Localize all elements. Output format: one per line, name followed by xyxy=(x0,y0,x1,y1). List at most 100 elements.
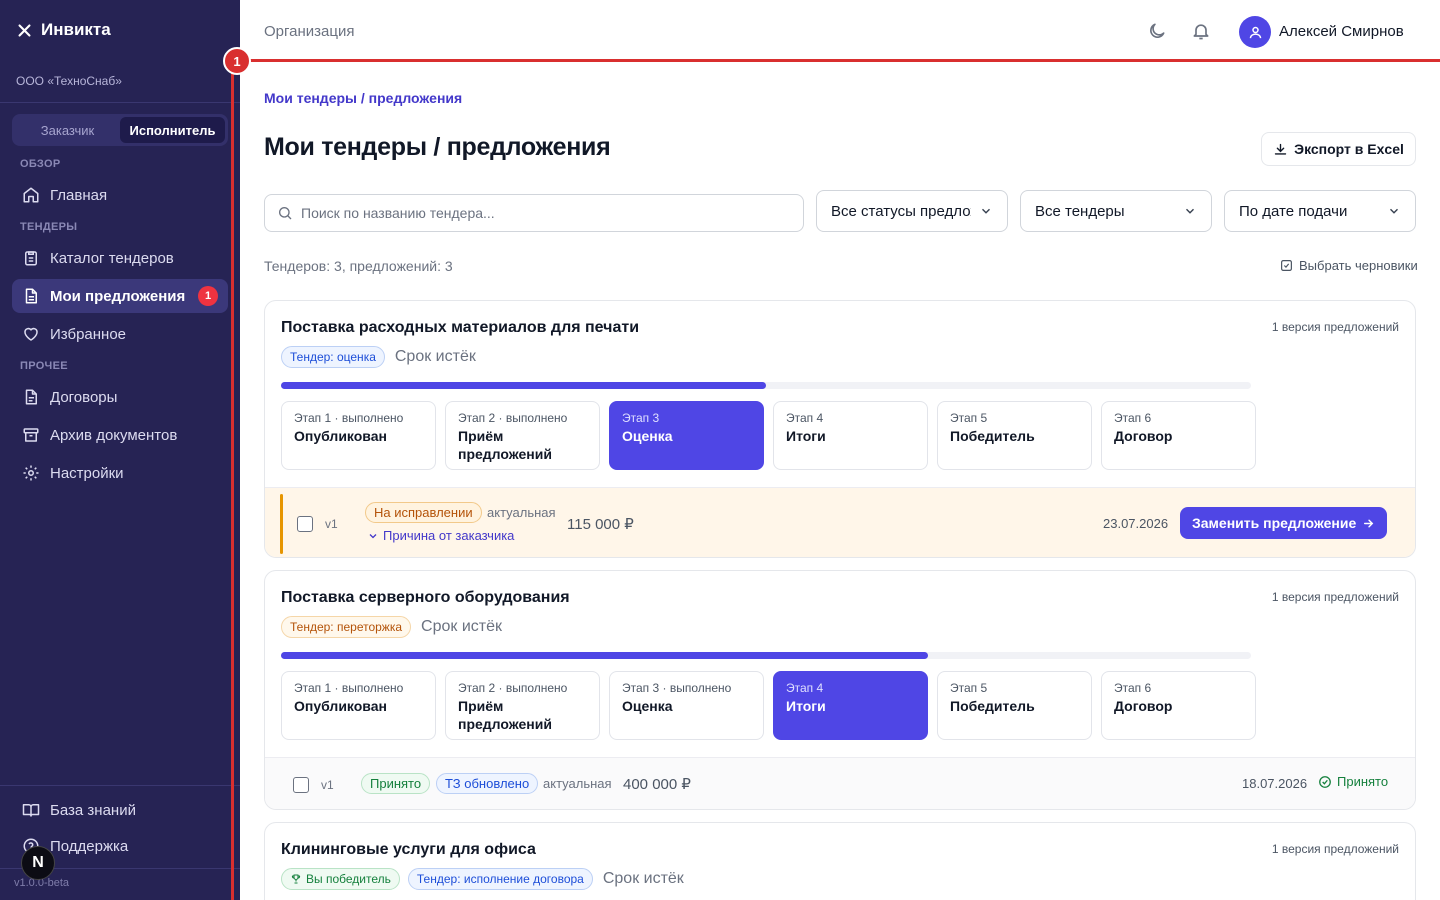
breadcrumb[interactable]: Мои тендеры / предложения xyxy=(264,90,462,106)
offer-status-badge: На исправлении xyxy=(365,502,482,523)
tender-card: Поставка расходных материалов для печати… xyxy=(264,300,1416,558)
status-filter-select[interactable]: Все статусы предложений xyxy=(816,190,1008,232)
highlight-marker: 1 xyxy=(223,47,251,75)
sidebar-item-label: Архив документов xyxy=(50,426,178,444)
offer-checkbox[interactable] xyxy=(293,777,309,793)
stage-label: Этап 4 xyxy=(786,411,824,425)
tz-updated-badge: ТЗ обновлено xyxy=(436,773,539,794)
sort-select[interactable]: По дате подачи xyxy=(1224,190,1416,232)
stage-item: Этап 5 Победитель xyxy=(937,671,1092,740)
search-input[interactable] xyxy=(301,205,781,221)
offer-version: v1 xyxy=(321,778,334,792)
accepted-label: Принято xyxy=(1337,774,1389,789)
status-filter-value: Все статусы предложений xyxy=(831,202,971,220)
reason-toggle[interactable]: Причина от заказчика xyxy=(367,528,514,543)
tender-status-tag: Тендер: оценка xyxy=(281,346,385,368)
tender-filter-select[interactable]: Все тендеры xyxy=(1020,190,1212,232)
highlight-frame-left xyxy=(231,59,234,900)
stage-name: Договор xyxy=(1114,428,1173,444)
select-drafts-button[interactable]: Выбрать черновики xyxy=(1280,258,1418,273)
sidebar-item-label: Главная xyxy=(50,186,108,204)
offer-actual-label: актуальная xyxy=(543,776,612,791)
bell-icon[interactable] xyxy=(1191,21,1211,41)
offer-actual-label: актуальная xyxy=(487,505,556,520)
stage-name: Победитель xyxy=(950,698,1035,714)
tender-card: Поставка серверного оборудования 1 верси… xyxy=(264,570,1416,810)
sidebar-item-label: База знаний xyxy=(50,801,136,819)
stage-name: Итоги xyxy=(786,698,826,714)
tender-progress-fill xyxy=(281,382,766,389)
tender-title[interactable]: Клининговые услуги для офиса xyxy=(281,841,536,859)
archive-icon xyxy=(23,428,39,442)
deadline-text: Срок истёк xyxy=(394,348,476,365)
versions-count: 1 версия предложений xyxy=(1271,590,1399,604)
stage-item: Этап 2 · выполнено Приём предложений xyxy=(445,671,600,740)
results-count: Тендеров: 3, предложений: 3 xyxy=(264,258,453,274)
stage-list: Этап 1 · выполнено Опубликован Этап 2 · в… xyxy=(281,671,1256,740)
role-switch: Заказчик Исполнитель xyxy=(12,114,228,146)
stage-label: Этап 4 xyxy=(786,681,824,695)
moon-icon[interactable] xyxy=(1147,21,1167,41)
stage-item: Этап 4 Итоги xyxy=(773,401,928,470)
sidebar-item-archive[interactable]: Архив документов xyxy=(12,418,228,452)
sidebar-divider xyxy=(0,102,240,103)
sidebar-item-my-offers[interactable]: Мои предложения 1 xyxy=(12,279,228,313)
tender-status-tag: Тендер: переторжка xyxy=(281,616,412,638)
app-logo[interactable]: Инвикта xyxy=(16,20,111,40)
stage-label: Этап 6 xyxy=(1114,681,1152,695)
sidebar-item-label: Договоры xyxy=(50,388,118,406)
sidebar-item-home[interactable]: Главная xyxy=(12,178,228,212)
offer-version: v1 xyxy=(325,517,338,531)
stage-item: Этап 5 Победитель xyxy=(937,401,1092,470)
role-customer-tab[interactable]: Заказчик xyxy=(15,117,120,143)
chevron-down-icon xyxy=(1186,208,1194,214)
sidebar: Инвикта ООО «ТехноСнаб» Заказчик Исполни… xyxy=(0,0,240,900)
stage-item: Этап 1 · выполнено Опубликован xyxy=(281,671,436,740)
tender-tags: Тендер: переторжка Срок истёк xyxy=(281,616,502,638)
chevron-down-icon xyxy=(982,208,990,214)
offer-date: 23.07.2026 xyxy=(1103,516,1169,531)
export-excel-button[interactable]: Экспорт в Excel xyxy=(1261,132,1416,166)
tender-title[interactable]: Поставка расходных материалов для печати xyxy=(281,319,639,337)
replace-offer-button[interactable]: Заменить предложение xyxy=(1180,507,1388,539)
home-icon xyxy=(23,187,39,203)
tender-title[interactable]: Поставка серверного оборудования xyxy=(281,589,570,607)
document-icon xyxy=(25,288,37,304)
stage-list: Этап 1 · выполнено Опубликован Этап 2 · в… xyxy=(281,401,1256,470)
user-name[interactable]: Алексей Смирнов xyxy=(1279,23,1404,40)
stage-label: Этап 6 xyxy=(1114,411,1152,425)
sidebar-item-favorites[interactable]: Избранное xyxy=(12,317,228,351)
stage-name: Опубликован xyxy=(294,428,387,444)
section-other: Прочее xyxy=(20,360,68,372)
sidebar-item-catalog[interactable]: Каталог тендеров xyxy=(12,241,228,275)
sidebar-item-settings[interactable]: Настройки xyxy=(12,456,228,490)
stage-name: Победитель xyxy=(950,428,1035,444)
sidebar-item-knowledge[interactable]: База знаний xyxy=(12,793,228,827)
stage-label: Этап 1 · выполнено xyxy=(294,411,404,425)
stage-item-current: Этап 3 Оценка xyxy=(609,401,764,470)
tender-tags: Вы победитель Тендер: исполнение договор… xyxy=(281,868,684,890)
offer-checkbox[interactable] xyxy=(297,516,313,532)
stage-name: Оценка xyxy=(622,428,673,444)
sidebar-item-contracts[interactable]: Договоры xyxy=(12,380,228,414)
stage-name: Приём предложений xyxy=(458,428,552,462)
avatar[interactable] xyxy=(1239,16,1271,48)
stage-label: Этап 3 xyxy=(622,411,660,425)
chevron-down-icon xyxy=(1390,208,1398,214)
dev-tools-button[interactable]: N xyxy=(21,846,55,880)
offer-date: 18.07.2026 xyxy=(1242,776,1308,791)
tender-card: Клининговые услуги для офиса 1 версия пр… xyxy=(264,822,1416,900)
deadline-text: Срок истёк xyxy=(421,618,502,635)
offer-row: v1 На исправлении актуальная 115 000 ₽ П… xyxy=(265,487,1415,557)
stage-label: Этап 1 · выполнено xyxy=(294,681,404,695)
reason-label: Причина от заказчика xyxy=(383,528,515,543)
org-link[interactable]: Организация xyxy=(264,23,354,40)
check-square-icon xyxy=(1281,260,1292,271)
file-text-icon xyxy=(25,389,37,405)
search-icon xyxy=(279,207,292,220)
sort-value: По дате подачи xyxy=(1239,202,1348,220)
book-open-icon xyxy=(22,804,40,817)
role-contractor-tab[interactable]: Исполнитель xyxy=(120,117,225,143)
arrow-right-icon xyxy=(1364,519,1374,527)
app-name: Инвикта xyxy=(41,20,111,39)
